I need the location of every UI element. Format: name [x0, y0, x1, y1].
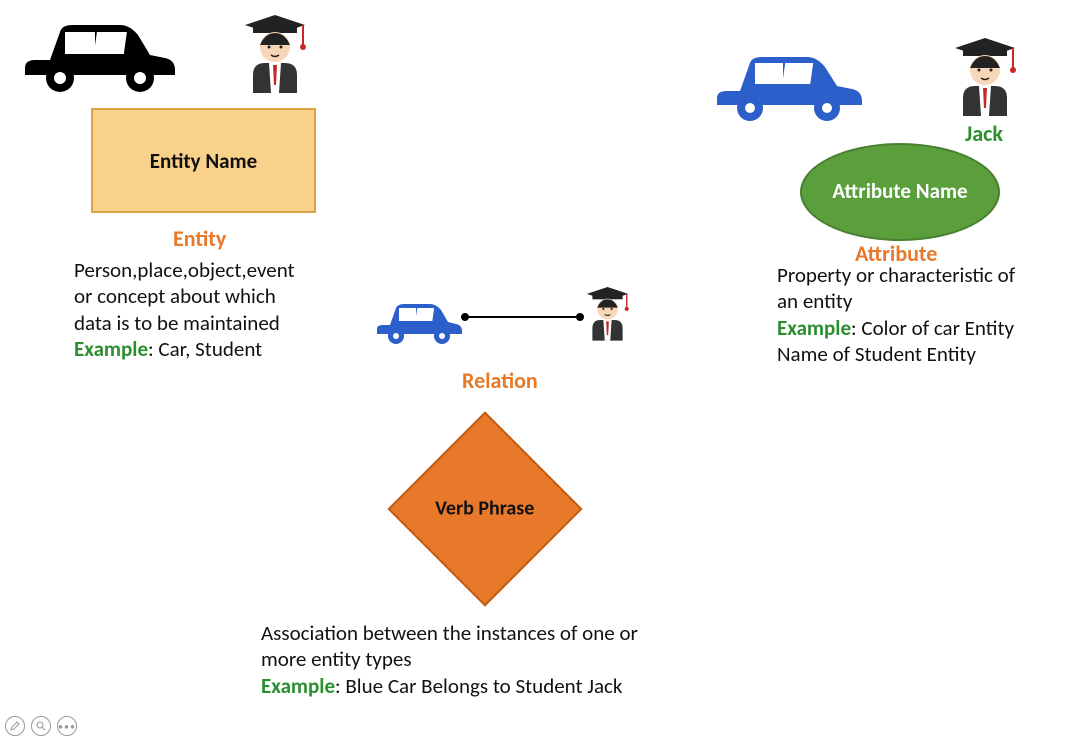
jack-label: Jack [965, 120, 1003, 147]
relation-line [460, 312, 585, 322]
car-blue-icon [712, 43, 867, 128]
car-blue-small-icon [374, 295, 464, 350]
entity-heading: Entity [173, 225, 226, 252]
attribute-shape: Attribute Name [800, 143, 1000, 241]
zoom-circle-icon[interactable] [31, 716, 51, 736]
relation-shape-label: Verb Phrase [435, 497, 534, 521]
relation-description: Association between the instances of one… [261, 620, 741, 699]
student-icon-relation [580, 280, 635, 347]
bottom-toolbar: ••• [5, 716, 77, 736]
relation-heading: Relation [462, 367, 538, 394]
pen-circle-icon[interactable] [5, 716, 25, 736]
more-circle-icon[interactable]: ••• [57, 716, 77, 736]
entity-shape-label: Entity Name [150, 148, 257, 174]
entity-description: Person,place,object,event or concept abo… [74, 257, 364, 362]
attribute-shape-label: Attribute Name [832, 179, 967, 204]
car-black-icon [20, 10, 180, 100]
relation-shape: Verb Phrase [416, 440, 554, 578]
student-icon-attribute [945, 28, 1025, 123]
student-icon-black [235, 5, 315, 100]
attribute-description: Property or characteristic of an entity … [777, 262, 1077, 367]
entity-shape: Entity Name [91, 108, 316, 213]
